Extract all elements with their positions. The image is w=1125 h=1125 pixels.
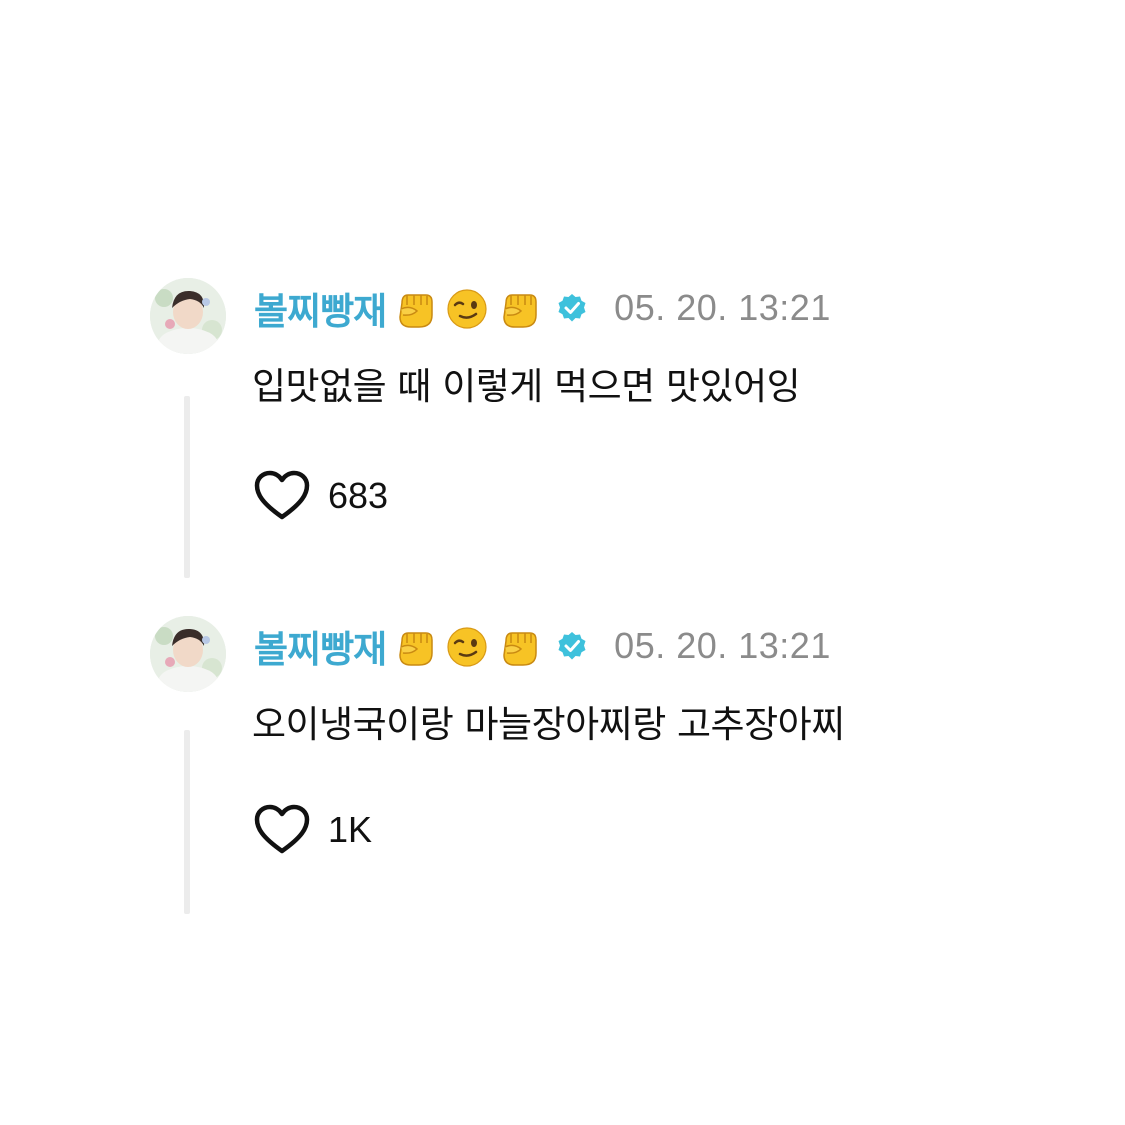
comment-thread: 볼찌빵재 05. 20. 13:21 입맛없을 때 이렇게 먹으면 맛있어잉 6… [0,0,1125,1125]
timestamp: 05. 20. 13:21 [614,625,831,666]
like-count: 1K [328,809,373,850]
comment-header: 볼찌빵재 05. 20. 13:21 [254,282,831,334]
thread-line [184,396,190,578]
winking-face-icon [444,285,490,331]
username[interactable]: 볼찌빵재 [254,619,387,673]
raised-fist-icon [392,285,438,331]
verified-badge-icon [556,292,588,324]
heart-icon[interactable] [254,804,310,856]
like-row: 1K [254,804,372,856]
username[interactable]: 볼찌빵재 [254,281,387,335]
avatar[interactable] [150,278,226,354]
raised-fist-icon [496,285,542,331]
comment-text: 입맛없을 때 이렇게 먹으면 맛있어잉 [252,365,801,408]
heart-icon[interactable] [254,470,310,522]
like-count: 683 [328,475,389,516]
avatar[interactable] [150,616,226,692]
comment-header: 볼찌빵재 05. 20. 13:21 [254,620,831,672]
thread-line [184,730,190,914]
like-row: 683 [254,470,388,522]
raised-fist-icon [496,623,542,669]
raised-fist-icon [392,623,438,669]
timestamp: 05. 20. 13:21 [614,287,831,328]
winking-face-icon [444,623,490,669]
verified-badge-icon [556,630,588,662]
comment-text: 오이냉국이랑 마늘장아찌랑 고추장아찌 [252,703,845,746]
